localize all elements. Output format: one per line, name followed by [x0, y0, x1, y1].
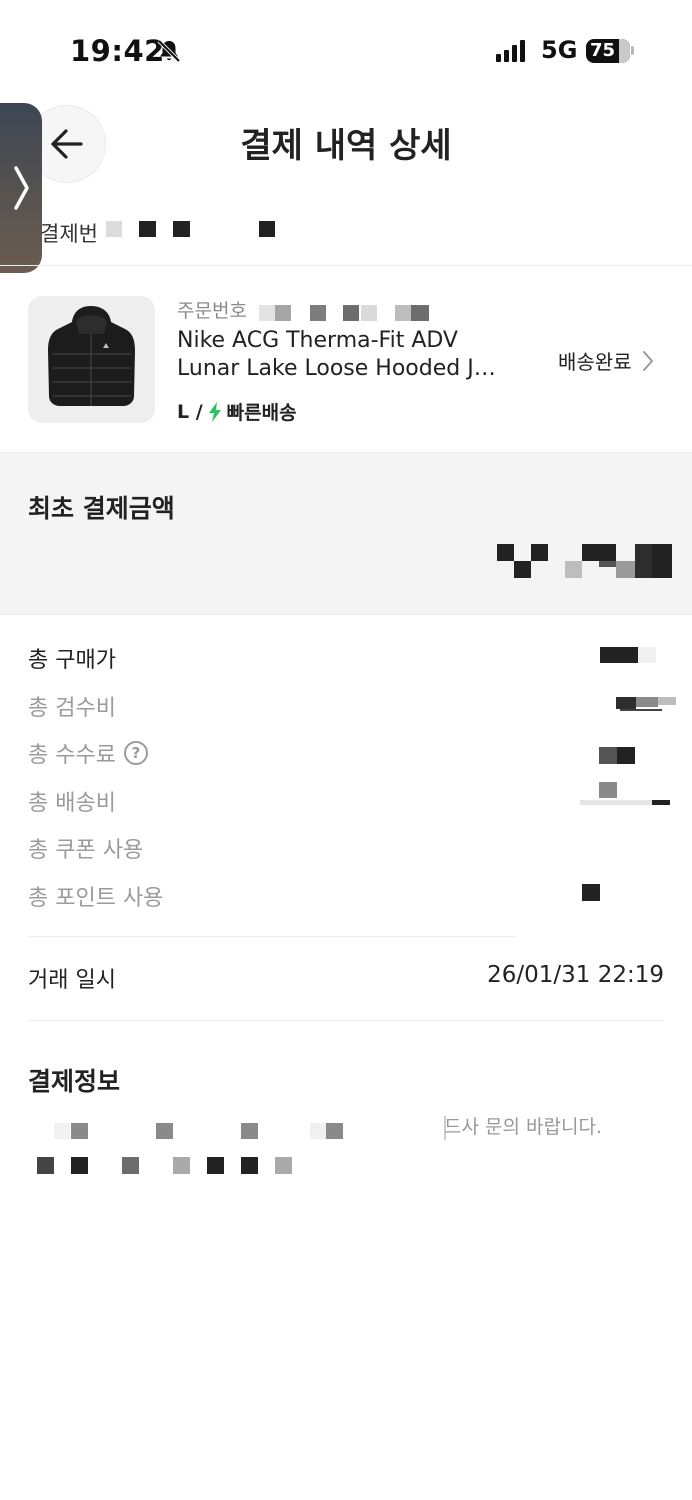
total-shipping-fee-label: 총 배송비 — [28, 791, 116, 816]
divider — [0, 452, 692, 453]
initial-amount-title: 최초 결제금액 — [28, 494, 175, 523]
network-type: 5G — [541, 36, 578, 64]
option-row: L / 빠른배송 — [177, 398, 297, 425]
total-inspection-fee-label: 총 검수비 — [28, 696, 116, 721]
question-icon[interactable]: ? — [123, 741, 148, 765]
divider — [28, 936, 516, 937]
side-panel-handle[interactable] — [0, 103, 42, 273]
delivery-status-link[interactable]: 배송완료 — [558, 346, 654, 375]
cellular-signal-icon — [496, 40, 525, 62]
chevron-right-icon — [14, 166, 29, 210]
transaction-date-label: 거래 일시 — [28, 968, 116, 993]
battery-level: 75 — [590, 40, 616, 61]
total-purchase-price-label: 총 구매가 — [28, 648, 116, 673]
chevron-right-icon — [642, 350, 653, 371]
product-name[interactable]: Nike ACG Therma-Fit ADV Lunar Lake Loose… — [177, 327, 507, 383]
total-coupon-used-label: 총 쿠폰 사용 — [28, 838, 144, 863]
total-points-used-label: 총 포인트 사용 — [28, 886, 164, 911]
transaction-date-value: 26/01/31 22:19 — [487, 962, 664, 988]
bell-muted-icon — [156, 38, 182, 68]
divider — [0, 614, 692, 615]
status-bar: 19:42 5G 75 — [0, 0, 692, 100]
lightning-icon — [208, 401, 221, 422]
page-title: 결제 내역 상세 — [240, 126, 452, 166]
jacket-image — [48, 306, 135, 406]
order-number-label: 주문번호 — [177, 300, 247, 322]
divider — [0, 265, 692, 266]
status-time: 19:42 — [70, 34, 165, 68]
initial-amount-section — [0, 452, 692, 614]
product-name-line2: Lunar Lake Loose Hooded Ja... — [177, 356, 507, 381]
battery-tip — [631, 46, 634, 55]
size-label: L / — [177, 400, 203, 423]
battery-icon: 75 — [586, 39, 630, 63]
product-thumbnail[interactable] — [28, 296, 155, 423]
payment-info-title: 결제정보 — [28, 1067, 121, 1096]
payment-number-label: 결제번 — [40, 222, 98, 246]
payment-info-note: 드사 문의 바랍니다. — [444, 1116, 602, 1138]
fast-delivery-label: 빠른배송 — [226, 402, 297, 424]
total-commission-label: 총 수수료 ? — [28, 737, 148, 769]
product-name-line1: Nike ACG Therma-Fit ADV — [177, 328, 458, 353]
divider — [28, 1020, 664, 1021]
delivery-status-label: 배송완료 — [558, 350, 632, 374]
